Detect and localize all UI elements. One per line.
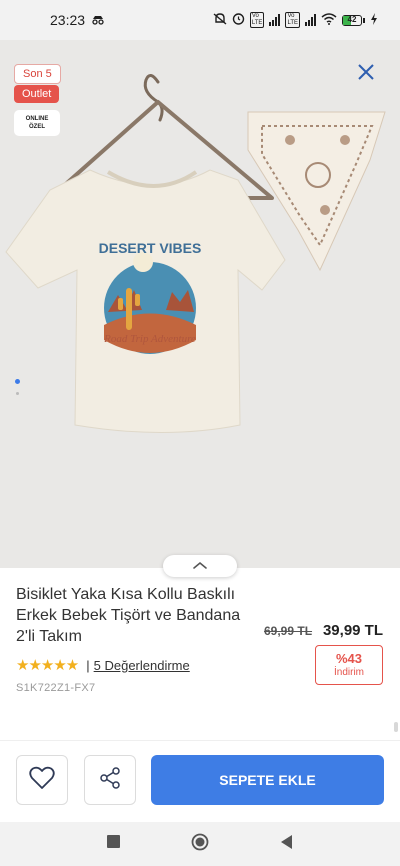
mute-icon (213, 12, 227, 28)
expand-details-tab[interactable] (163, 555, 237, 577)
volte-icon: Vo LTE (249, 12, 265, 28)
share-button[interactable] (84, 755, 136, 805)
pagination-dot-active[interactable] (15, 379, 20, 384)
battery-icon: 42 (342, 14, 365, 26)
status-time: 23:23 (50, 12, 86, 28)
discount-badge: %43 İndirim (315, 645, 383, 685)
home-circle-icon (191, 833, 209, 856)
print-headline: DESERT VIBES (99, 240, 202, 256)
back-button[interactable] (275, 832, 299, 856)
rating-stars-icon: ★★★★★ (16, 657, 79, 674)
rating-row: ★★★★★ | 5 Değerlendirme (16, 656, 190, 674)
volte-icon-2: Vo LTE (285, 12, 300, 28)
online-badge-line2: ÖZEL (29, 124, 45, 130)
outlet-badge: Outlet (14, 85, 60, 103)
scrollbar[interactable] (394, 722, 398, 732)
add-to-cart-button[interactable]: SEPETE EKLE (151, 755, 384, 805)
product-gallery[interactable]: DESERT VIBES Road Trip Adventure Son 5 O… (0, 40, 400, 568)
product-image: DESERT VIBES Road Trip Adventure (5, 74, 386, 433)
product-title: Bisiklet Yaka Kısa Kollu Baskılı Erkek B… (16, 586, 241, 645)
online-exclusive-badge: ONLINE ÖZEL (14, 110, 60, 136)
reviews-wrapper: | 5 Değerlendirme (86, 657, 190, 673)
close-icon[interactable] (356, 62, 376, 82)
online-badge-line1: ONLINE (25, 116, 49, 122)
chevron-up-icon (192, 557, 208, 575)
signal-icon-2 (305, 14, 316, 26)
stock-badge: Son 5 (14, 64, 61, 84)
reviews-link[interactable]: 5 Değerlendirme (94, 658, 190, 673)
status-bar: 23:23 Vo LTE Vo LTE 42 (0, 0, 400, 40)
discount-label: İndirim (333, 667, 364, 678)
favorite-button[interactable] (16, 755, 68, 805)
signal-icon-1 (269, 14, 281, 26)
product-sku: S1K722Z1-FX7 (16, 682, 96, 694)
charging-icon (370, 12, 378, 28)
discount-percent: %43 (335, 651, 363, 666)
square-icon (106, 835, 120, 853)
home-button[interactable] (188, 832, 212, 856)
print-subline: Road Trip Adventure (103, 333, 196, 345)
incognito-icon (91, 12, 105, 28)
recents-button[interactable] (101, 832, 125, 856)
pagination-dot[interactable] (16, 392, 19, 395)
gallery-pagination (15, 379, 20, 403)
wifi-icon (321, 12, 337, 28)
system-nav-bar (0, 822, 400, 866)
alarm-icon (232, 12, 245, 28)
heart-icon (29, 766, 55, 795)
battery-level: 42 (347, 14, 357, 24)
back-triangle-icon (280, 834, 293, 854)
original-price: 69,99 TL (264, 624, 313, 638)
sale-price: 39,99 TL (322, 622, 383, 639)
share-icon (99, 766, 121, 794)
action-bar: SEPETE EKLE (0, 740, 400, 822)
